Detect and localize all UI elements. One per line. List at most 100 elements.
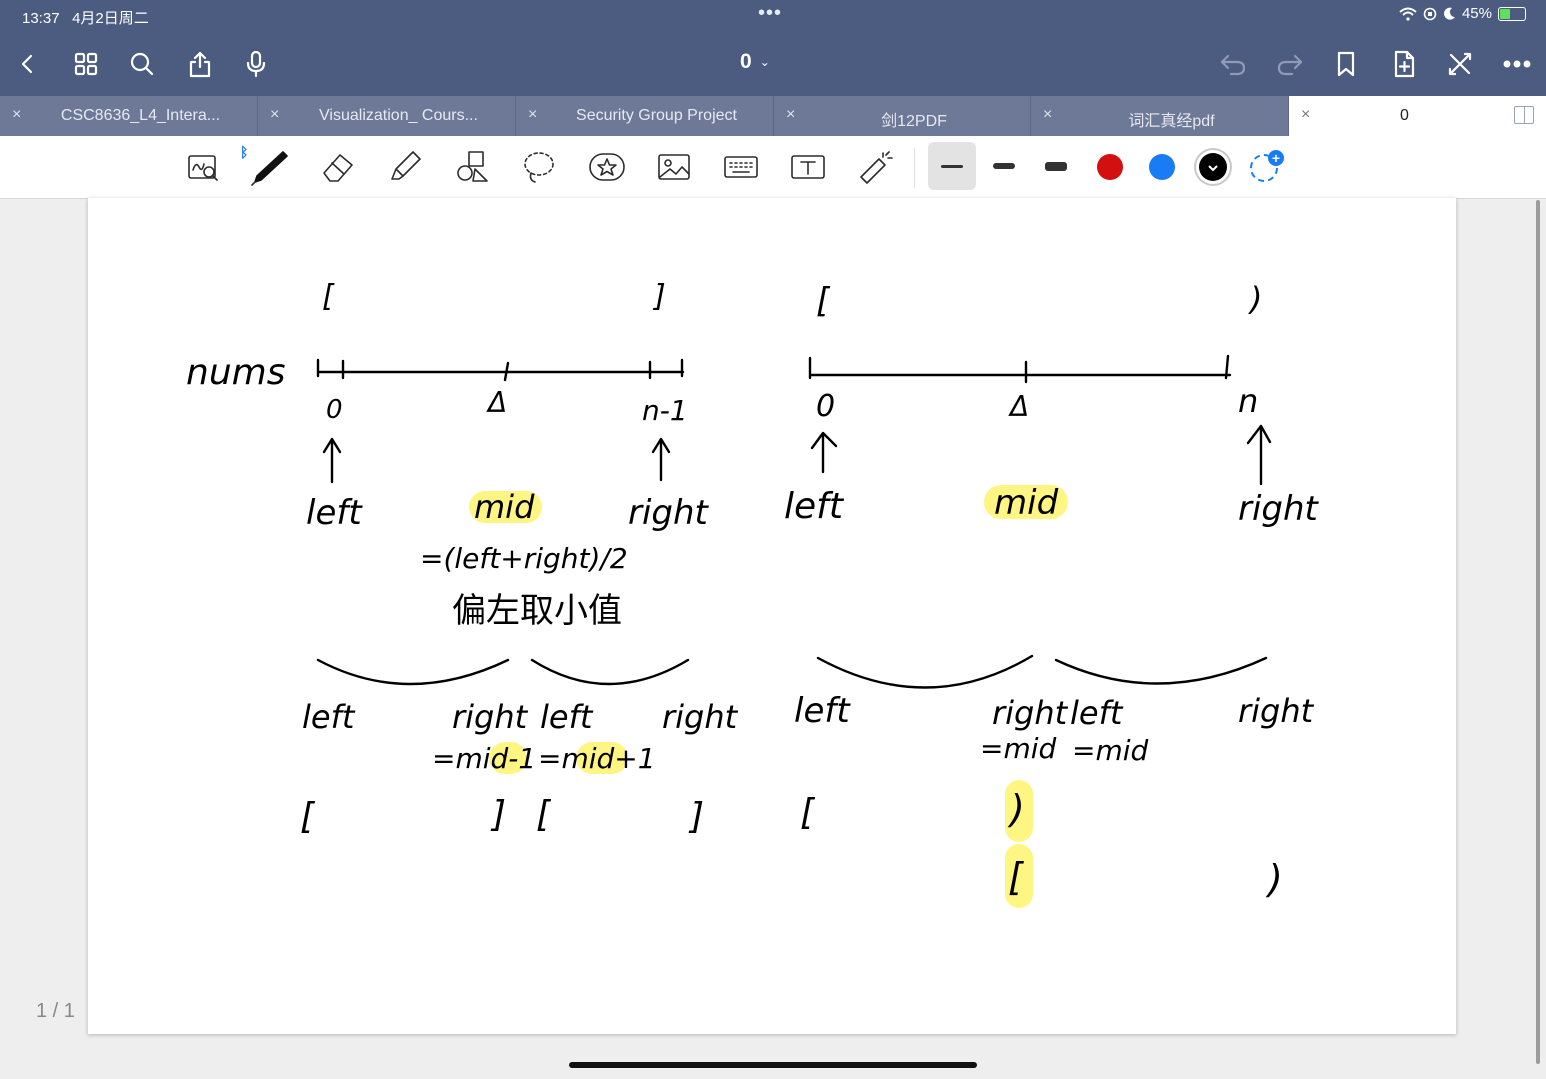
nums-label: nums: [186, 352, 285, 393]
home-indicator[interactable]: [569, 1062, 977, 1068]
add-color-plus-icon[interactable]: +: [1268, 150, 1284, 166]
sub-right-bracket-close: ]: [688, 796, 704, 837]
highlighter-icon[interactable]: [382, 144, 428, 190]
zoom-window-icon[interactable]: [180, 144, 226, 190]
bracket-open: [: [816, 281, 831, 321]
tab-label: CSC8636_L4_Intera...: [60, 107, 221, 124]
range-arc: [316, 658, 510, 686]
sub-right-update: =mid+1: [538, 742, 656, 775]
image-icon[interactable]: [651, 144, 697, 190]
array-number-line: [316, 358, 685, 382]
sub-right-bracket-close: ): [1265, 857, 1283, 901]
tab-label: 0: [1400, 107, 1409, 124]
tab-close-icon[interactable]: ×: [1301, 106, 1310, 124]
handwriting-canvas[interactable]: nums [ ] 0 Δ n-1 left mid right =(left+r…: [88, 198, 1456, 1034]
note-page[interactable]: nums [ ] 0 Δ n-1 left mid right =(left+r…: [88, 198, 1456, 1034]
sub-left-right: right: [992, 694, 1069, 732]
document-tab-bar: × CSC8636_L4_Intera... × Visualization_ …: [0, 96, 1546, 136]
battery-percent: 45%: [1461, 5, 1492, 22]
chevron-down-icon: [1208, 165, 1218, 172]
battery-fill: [1500, 8, 1510, 19]
tick-n: n: [1238, 382, 1258, 420]
tab-close-icon[interactable]: ×: [1043, 106, 1052, 124]
pointer-mid: mid: [994, 483, 1059, 523]
chevron-down-icon: ⌄: [759, 55, 770, 69]
range-arc: [1054, 656, 1268, 685]
mid-note: 偏左取小值: [452, 591, 622, 631]
toolbar-divider: [914, 148, 915, 188]
arrow-up: [322, 437, 342, 484]
tab-close-icon[interactable]: ×: [270, 106, 279, 124]
color-swatch-blue[interactable]: [1149, 154, 1175, 180]
stroke-width-thick[interactable]: [1032, 142, 1080, 190]
range-arc: [816, 654, 1034, 689]
tab-csc8636[interactable]: × CSC8636_L4_Intera...: [0, 96, 258, 136]
sub-left-left: left: [302, 698, 356, 736]
tick-zero: 0: [816, 389, 835, 424]
stroke-width-medium[interactable]: [980, 142, 1028, 190]
sub-right-bracket-open: [: [536, 794, 552, 835]
undo-icon[interactable]: [1213, 44, 1253, 84]
lasso-icon[interactable]: [516, 144, 562, 190]
microphone-icon[interactable]: [236, 44, 276, 84]
sub-right-left: left: [1070, 694, 1124, 732]
add-page-icon[interactable]: [1384, 44, 1424, 84]
tab-label: 剑12PDF: [881, 113, 947, 130]
laser-pointer-icon[interactable]: [852, 144, 898, 190]
color-swatch-red[interactable]: [1097, 154, 1123, 180]
grid-icon[interactable]: [66, 44, 106, 84]
sub-right-right: right: [662, 698, 739, 736]
shapes-icon[interactable]: [449, 144, 495, 190]
sub-right-left: left: [540, 698, 594, 736]
color-swatch-black[interactable]: [1199, 153, 1227, 181]
share-icon[interactable]: [180, 44, 220, 84]
pen-icon[interactable]: [246, 144, 292, 190]
redo-icon[interactable]: [1270, 44, 1310, 84]
vertical-scrollbar[interactable]: [1536, 200, 1540, 1064]
tick-zero: 0: [326, 395, 343, 425]
tab-close-icon[interactable]: ×: [786, 106, 795, 124]
tab-label: Security Group Project: [576, 107, 737, 124]
sticker-icon[interactable]: [584, 144, 630, 190]
sub-left-update: =mid-1: [432, 742, 536, 775]
pointer-mid: mid: [474, 488, 535, 526]
sub-left-left: left: [794, 691, 851, 731]
text-box-icon[interactable]: [785, 144, 831, 190]
arrow-up: [1246, 424, 1272, 486]
stroke-width-thin[interactable]: [928, 142, 976, 190]
back-icon[interactable]: [8, 44, 48, 84]
page-counter: 1 / 1: [36, 1000, 75, 1022]
more-icon[interactable]: [1497, 44, 1537, 84]
split-view-icon[interactable]: [1514, 106, 1534, 124]
tab-security-group-project[interactable]: × Security Group Project: [516, 96, 774, 136]
tab-visualization[interactable]: × Visualization_ Cours...: [258, 96, 516, 136]
sub-left-update: =mid: [980, 732, 1057, 765]
keyboard-icon[interactable]: [718, 144, 764, 190]
mid-formula: =(left+right)/2: [420, 542, 628, 575]
tab-current-document[interactable]: × 0: [1289, 96, 1546, 136]
wifi-icon: [1399, 7, 1417, 21]
eraser-icon[interactable]: [314, 144, 360, 190]
pointer-left: left: [784, 486, 845, 527]
multitasking-dots-icon[interactable]: •••: [758, 2, 782, 25]
tick-mid-marker: Δ: [1008, 390, 1029, 423]
range-arc: [530, 658, 690, 686]
status-indicators: 45%: [1399, 5, 1526, 22]
battery-icon: [1498, 6, 1526, 21]
close-x-icon[interactable]: [1440, 44, 1480, 84]
tab-label: Visualization_ Cours...: [319, 107, 478, 124]
status-bar: 13:37 4月2日周二 ••• 45%: [0, 0, 1546, 34]
sub-left-bracket-close: ]: [490, 794, 506, 835]
tab-cihui-zhenjing[interactable]: × 词汇真经pdf: [1031, 96, 1289, 136]
bracket-open: [: [322, 279, 335, 314]
arrow-up: [651, 437, 671, 482]
bookmark-icon[interactable]: [1326, 44, 1366, 84]
array-number-line: [808, 354, 1232, 384]
tab-close-icon[interactable]: ×: [528, 106, 537, 124]
bracket-close: ]: [652, 279, 666, 314]
document-title[interactable]: 0 ⌄: [740, 50, 770, 74]
tab-jian12pdf[interactable]: × 剑12PDF: [774, 96, 1031, 136]
search-icon[interactable]: [122, 44, 162, 84]
tab-close-icon[interactable]: ×: [12, 106, 21, 124]
sub-right-right: right: [1238, 692, 1315, 730]
